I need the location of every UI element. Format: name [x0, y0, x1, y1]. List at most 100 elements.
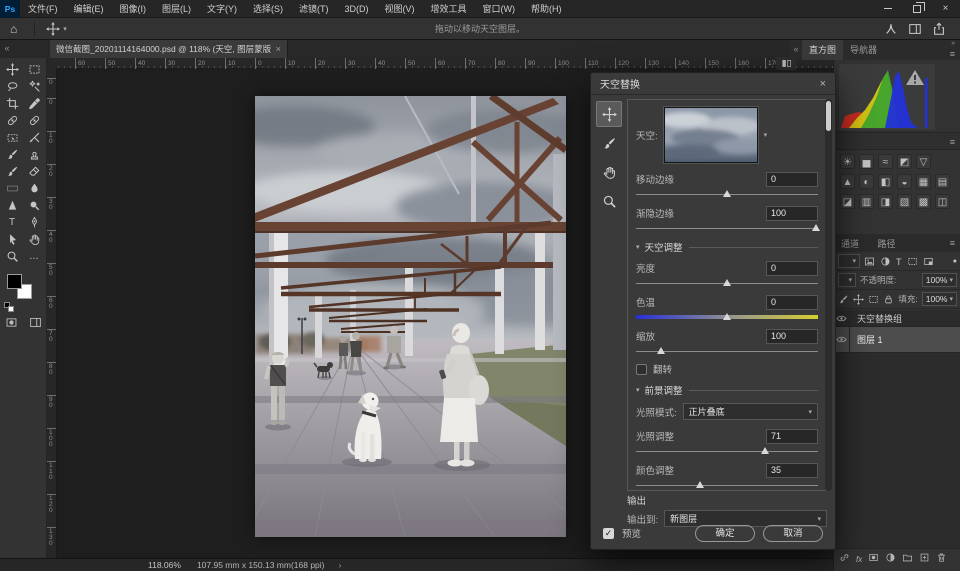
slider-value-field[interactable]: 71	[766, 429, 818, 444]
sky-hand-tool[interactable]	[596, 159, 622, 185]
menu-item-3[interactable]: 图层(L)	[154, 0, 199, 18]
menu-item-1[interactable]: 编辑(E)	[66, 0, 112, 18]
filter-adjustment-layers-icon[interactable]	[880, 256, 891, 267]
fill-field[interactable]: 100%▾	[922, 292, 957, 306]
slider-thumb[interactable]	[657, 347, 665, 354]
adjustment-invert-icon[interactable]: ◪	[840, 194, 855, 209]
minimize-button[interactable]	[873, 0, 902, 18]
adjustment-posterize-icon[interactable]: ▥	[859, 194, 874, 209]
zoom-level-field[interactable]: 118.06%	[148, 560, 181, 570]
screen-mode-button[interactable]	[29, 316, 42, 329]
lock-all-icon[interactable]	[883, 294, 894, 305]
patch-tool[interactable]	[23, 112, 45, 129]
slider-track[interactable]	[636, 346, 818, 356]
search-icon[interactable]	[884, 22, 898, 36]
menu-item-5[interactable]: 选择(S)	[245, 0, 291, 18]
menu-item-7[interactable]: 3D(D)	[337, 0, 377, 18]
eyedropper-tool[interactable]	[23, 95, 45, 112]
eraser-tool[interactable]	[23, 163, 45, 180]
dialog-close-icon[interactable]: ×	[820, 78, 826, 90]
status-chevron-icon[interactable]: ›	[339, 560, 342, 570]
lasso-tool[interactable]	[1, 78, 23, 95]
slider-value-field[interactable]: 0	[766, 295, 818, 310]
lock-image-icon[interactable]	[838, 294, 849, 305]
new-group-icon[interactable]	[902, 552, 913, 563]
adjustment-curves-icon[interactable]: ≈	[878, 154, 893, 169]
default-colors-bg-icon[interactable]	[8, 306, 14, 312]
slider-thumb[interactable]	[723, 279, 731, 286]
collapse-dock-icon[interactable]: «	[790, 40, 802, 60]
slider-value-field[interactable]: 0	[766, 261, 818, 276]
slider-track[interactable]	[636, 189, 818, 199]
filter-smart-objects-icon[interactable]	[923, 256, 934, 267]
tab-channels[interactable]: 通道	[834, 235, 866, 253]
sky-brush-tool[interactable]	[596, 130, 622, 156]
type-tool[interactable]: T	[1, 214, 23, 231]
adjustment-threshold-icon[interactable]: ◨	[878, 194, 893, 209]
adjustment-mask-icon[interactable]: ◫	[935, 194, 950, 209]
path-selection-tool[interactable]	[1, 231, 23, 248]
layers-menu-icon[interactable]: ≡	[950, 238, 955, 248]
filter-shape-layers-icon[interactable]	[907, 256, 918, 267]
slider-track[interactable]	[636, 312, 818, 322]
ok-button[interactable]: 确定	[695, 525, 755, 542]
document-tab[interactable]: 微信截图_20201114164000.psd @ 118% (天空, 图层蒙版…	[50, 40, 288, 58]
slider-track[interactable]	[636, 446, 818, 456]
tab-paths[interactable]: 路径	[870, 235, 902, 253]
adjustment-vibrance-icon[interactable]: ▽	[916, 154, 931, 169]
crop-tool[interactable]	[1, 95, 23, 112]
slider-track[interactable]	[636, 278, 818, 288]
rectangular-marquee-tool[interactable]	[23, 61, 45, 78]
dialog-scrollbar[interactable]	[825, 99, 832, 491]
sky-zoom-tool[interactable]	[596, 188, 622, 214]
adjustment-color-lookup-icon[interactable]: ▤	[935, 174, 950, 189]
blend-mode-dropdown[interactable]: ▾	[838, 273, 856, 287]
history-brush-tool[interactable]	[1, 163, 23, 180]
adjustment-brightness-contrast-icon[interactable]: ☀	[840, 154, 855, 169]
histogram-menu-icon[interactable]: ≡	[950, 49, 955, 59]
layer-row[interactable]: 图层 1	[834, 327, 960, 353]
tab-histogram[interactable]: 直方图	[802, 40, 843, 60]
eye-icon[interactable]	[834, 327, 850, 352]
quick-selection-tool[interactable]	[23, 78, 45, 95]
dialog-title-bar[interactable]: 天空替换 ×	[591, 73, 835, 95]
move-tool[interactable]	[1, 61, 23, 78]
slider-thumb[interactable]	[761, 447, 769, 454]
tool-preset-move[interactable]: ▾	[42, 22, 71, 36]
lock-artboard-icon[interactable]	[868, 294, 879, 305]
filter-toggle-icon[interactable]: ●	[953, 256, 957, 267]
layer-effects-icon[interactable]: fx	[856, 549, 862, 567]
adjustment-photo-filter-icon[interactable]: ◒	[897, 174, 912, 189]
slider-value-field[interactable]: 100	[766, 329, 818, 344]
layer-row[interactable]: 天空替换组	[834, 310, 960, 327]
home-icon[interactable]: ⌂	[0, 22, 27, 36]
menu-item-9[interactable]: 增效工具	[423, 0, 475, 18]
workspace-switcher-icon[interactable]	[908, 22, 922, 36]
slider-track[interactable]	[636, 223, 818, 233]
lighting-mode-dropdown[interactable]: 正片叠底▾	[683, 403, 818, 420]
flip-checkbox[interactable]	[636, 364, 647, 375]
slider-value-field[interactable]: 0	[766, 172, 818, 187]
spot-healing-brush-tool[interactable]	[1, 112, 23, 129]
adjustment-exposure-icon[interactable]: ◩	[897, 154, 912, 169]
filter-pixel-layers-icon[interactable]	[864, 256, 875, 267]
restore-button[interactable]	[902, 0, 931, 18]
gradient-tool[interactable]	[1, 180, 23, 197]
preview-checkbox[interactable]: ✓	[603, 528, 614, 539]
menu-item-11[interactable]: 帮助(H)	[523, 0, 570, 18]
canvas-image[interactable]	[255, 96, 566, 537]
slider-value-field[interactable]: 100	[766, 206, 818, 221]
delete-layer-icon[interactable]	[936, 552, 947, 563]
lock-position-icon[interactable]	[853, 294, 864, 305]
adjustment-hue-saturation-icon[interactable]: ▲	[840, 174, 855, 189]
menu-item-8[interactable]: 视图(V)	[377, 0, 423, 18]
edit-toolbar-button[interactable]: …	[23, 248, 45, 265]
adjustment-selective-color-icon[interactable]: ▩	[916, 194, 931, 209]
filter-type-dropdown[interactable]: ▾	[838, 254, 860, 268]
cancel-button[interactable]: 取消	[763, 525, 823, 542]
sky-thumbnail[interactable]	[664, 107, 758, 163]
share-icon[interactable]	[932, 22, 946, 36]
slider-thumb[interactable]	[723, 313, 731, 320]
menu-item-6[interactable]: 滤镜(T)	[291, 0, 337, 18]
filter-type-layers-icon[interactable]: T	[896, 252, 902, 270]
